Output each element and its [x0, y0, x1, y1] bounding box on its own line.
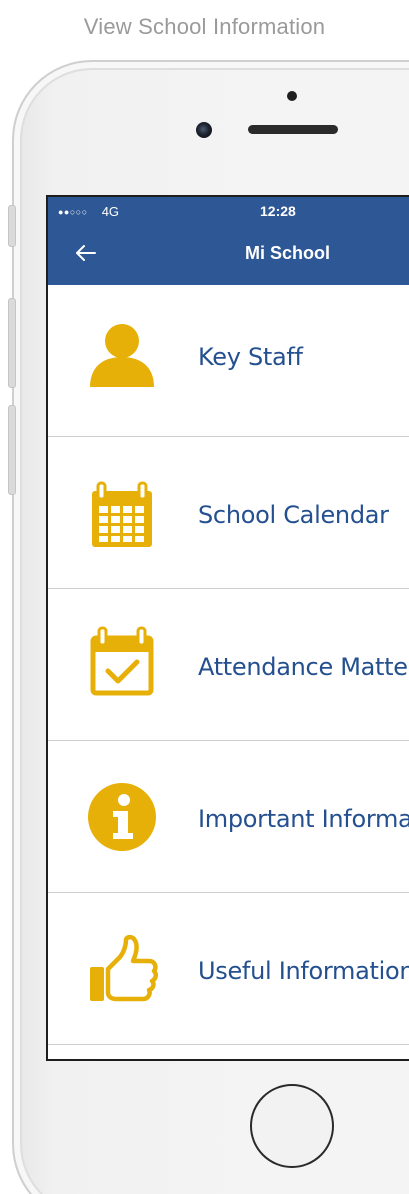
- calendar-icon: [92, 481, 152, 547]
- proximity-sensor: [287, 91, 297, 101]
- page-caption: View School Information: [83, 14, 326, 39]
- status-bar-carrier: ●●○○○ 4G: [58, 204, 119, 219]
- menu-item-important-information[interactable]: Important Information: [48, 741, 409, 893]
- menu-item-label: Attendance Matters: [198, 653, 409, 681]
- menu-item-attendance-matters[interactable]: Attendance Matters: [48, 589, 409, 741]
- home-button[interactable]: [250, 1084, 334, 1168]
- menu-item-key-staff[interactable]: Key Staff: [48, 285, 409, 437]
- arrow-left-icon[interactable]: [74, 241, 98, 265]
- earpiece-speaker: [248, 125, 338, 134]
- page-title: Mi School: [245, 243, 330, 263]
- volume-down-button: [8, 405, 16, 495]
- front-camera: [196, 122, 212, 138]
- network-type: 4G: [101, 204, 120, 219]
- menu-list: Key Staff School Calendar Attendance Mat…: [48, 285, 409, 1045]
- signal-strength-icon: ●●○○○: [58, 206, 88, 217]
- menu-item-label: Useful Information: [198, 957, 409, 985]
- phone-mockup-page: View School Information ●●○○○ 4G 12:28 M…: [0, 0, 409, 1194]
- menu-item-label: School Calendar: [198, 501, 389, 529]
- mute-switch: [8, 205, 16, 247]
- menu-item-label: Key Staff: [198, 343, 303, 371]
- menu-item-useful-information[interactable]: Useful Information: [48, 893, 409, 1045]
- menu-item-label: Important Information: [198, 805, 409, 833]
- thumbs-up-icon: [90, 935, 158, 1002]
- person-icon: [90, 324, 154, 387]
- app-header: ●●○○○ 4G 12:28 Mi School: [48, 197, 409, 285]
- menu-item-school-calendar[interactable]: School Calendar: [48, 437, 409, 589]
- calendar-check-icon: [90, 626, 154, 696]
- info-icon: [88, 783, 156, 851]
- volume-up-button: [8, 298, 16, 388]
- phone-screen: ●●○○○ 4G 12:28 Mi School Key Staff Schoo…: [46, 195, 409, 1061]
- status-bar-time: 12:28: [260, 203, 296, 219]
